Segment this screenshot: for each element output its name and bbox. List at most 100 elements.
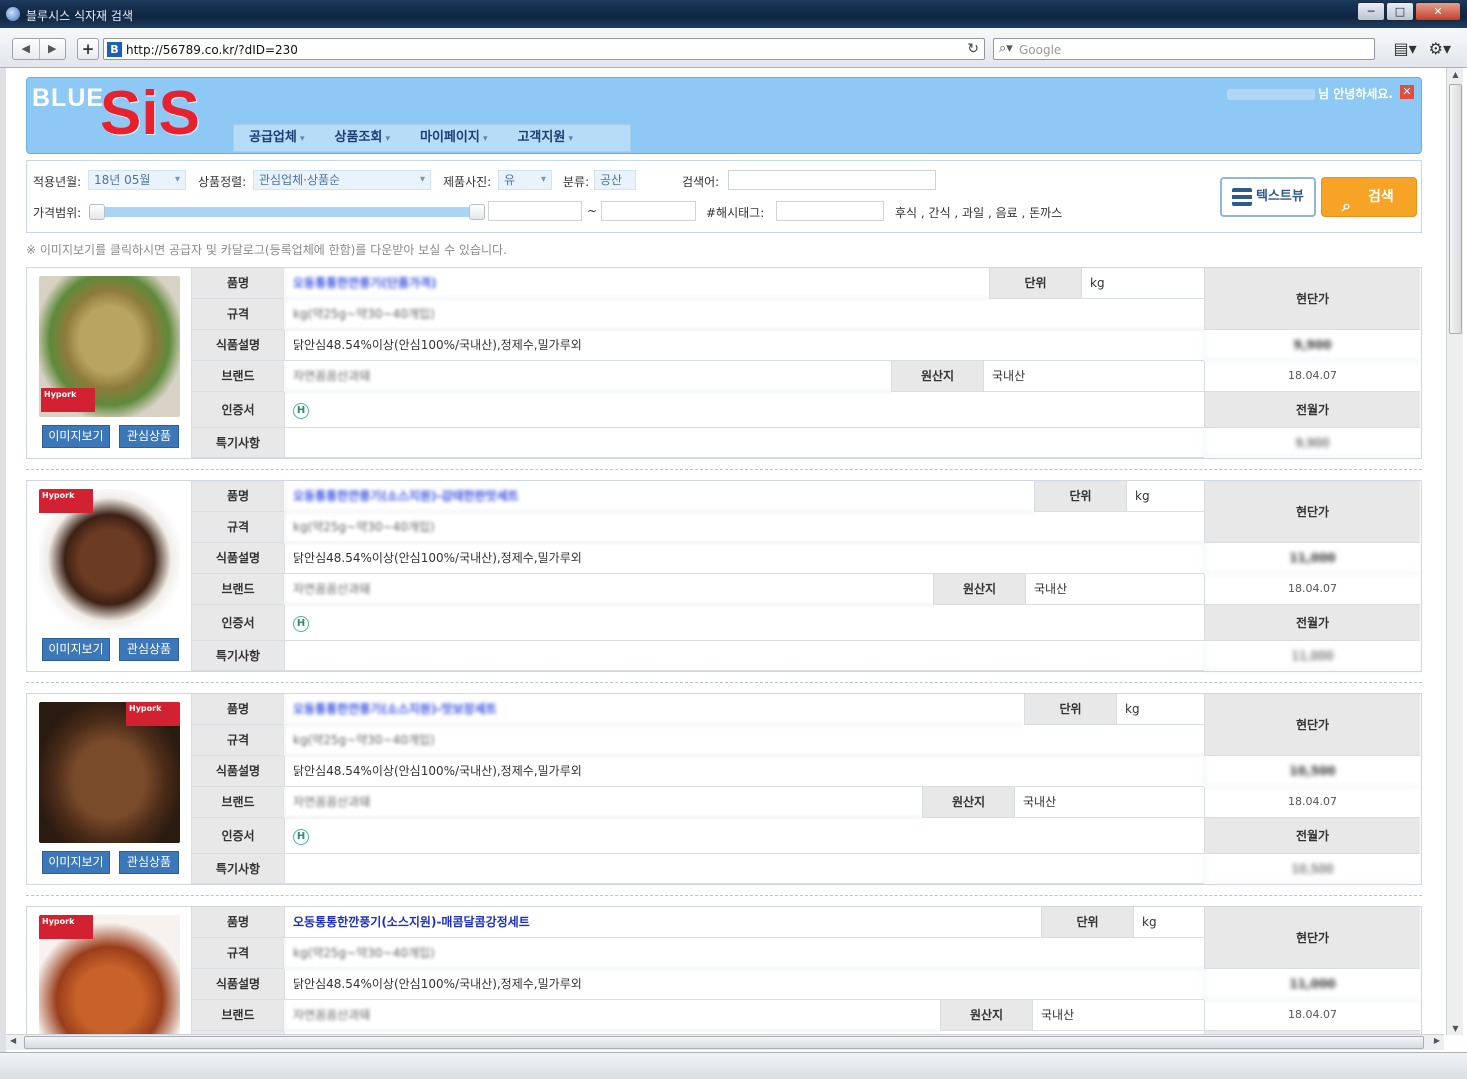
search-button[interactable]: ⌕ 검색 bbox=[1321, 177, 1417, 217]
current-price-label: 현단가 bbox=[1204, 481, 1420, 543]
remarks-label: 특기사항 bbox=[191, 641, 284, 671]
horizontal-scrollbar[interactable]: ◀ ▶ bbox=[6, 1034, 1444, 1050]
remarks-value bbox=[284, 428, 1204, 458]
category-select[interactable]: 공산 bbox=[594, 170, 636, 190]
image-view-button[interactable]: 이미지보기 bbox=[42, 638, 110, 661]
horizontal-scroll-thumb[interactable] bbox=[24, 1036, 1424, 1049]
haccp-cert-icon[interactable]: H bbox=[293, 402, 309, 419]
back-button[interactable]: ◀ bbox=[13, 39, 39, 59]
nav-support[interactable]: 고객지원 bbox=[502, 125, 588, 151]
gear-icon[interactable]: ⚙▾ bbox=[1429, 39, 1451, 58]
description-label: 식품설명 bbox=[191, 969, 284, 1000]
price-separator: ~ bbox=[587, 204, 598, 218]
product-photo[interactable]: Hypork bbox=[39, 276, 180, 417]
origin-label: 원산지 bbox=[922, 787, 1014, 818]
address-bar[interactable]: B http://56789.co.kr/?dID=230 ↻ bbox=[103, 38, 985, 60]
scroll-up-icon[interactable]: ▲ bbox=[1447, 70, 1464, 79]
unit-value: kg bbox=[1116, 694, 1204, 725]
toolbar-right-tools: ▤▾ ⚙▾ bbox=[1393, 39, 1451, 58]
list-icon bbox=[1232, 188, 1252, 206]
haccp-cert-icon[interactable]: H bbox=[293, 828, 309, 845]
hashtag-suggestions[interactable]: 후식 , 간식 , 과일 , 음료 , 돈까스 bbox=[895, 204, 1062, 221]
price-min-handle[interactable] bbox=[89, 204, 105, 220]
window-controls: ─ □ ✕ bbox=[1356, 2, 1461, 21]
keyword-input[interactable] bbox=[728, 170, 936, 190]
close-button[interactable]: ✕ bbox=[1415, 2, 1461, 21]
product-card: Hypork 이미지보기 관심상품 품명 오동통통한깐풍기(소스지원)-맛보장세… bbox=[26, 693, 1422, 885]
price-max-input[interactable] bbox=[601, 201, 696, 221]
browser-toolbar: ◀ ▶ + B http://56789.co.kr/?dID=230 ↻ ⌕▾… bbox=[0, 28, 1467, 68]
current-price-label: 현단가 bbox=[1204, 907, 1420, 969]
remarks-value bbox=[284, 641, 1204, 671]
year-month-label: 적용년월: bbox=[33, 175, 82, 189]
price-date: 18.04.07 bbox=[1204, 361, 1420, 392]
keyword-label: 검색어: bbox=[682, 175, 720, 189]
product-name-link[interactable]: 오동통통한깐풍기(단품가격) bbox=[284, 268, 989, 299]
prev-month-price-label: 전월가 bbox=[1204, 392, 1420, 428]
origin-value: 국내산 bbox=[1014, 787, 1204, 818]
favorite-button[interactable]: 관심상품 bbox=[119, 851, 179, 874]
product-name-link[interactable]: 오동통통한깐풍기(소스지원)-맛보장세트 bbox=[284, 694, 1024, 725]
image-view-button[interactable]: 이미지보기 bbox=[42, 425, 110, 448]
user-name-redacted bbox=[1227, 89, 1316, 100]
cert-label: 인증서 bbox=[191, 605, 284, 641]
minimize-button[interactable]: ─ bbox=[1357, 2, 1385, 21]
hashtag-input[interactable] bbox=[776, 201, 884, 221]
unit-label: 단위 bbox=[989, 268, 1081, 299]
product-info-grid: 품명 오동통통한깐풍기(소스지원)-매콤달콤강정세트 단위 kg 규격 kg(약… bbox=[191, 907, 1421, 1034]
year-month-select[interactable]: 18년 05월 bbox=[88, 170, 186, 190]
current-price-value: 11,000 bbox=[1204, 543, 1420, 574]
unit-label: 단위 bbox=[1041, 907, 1133, 938]
browser-search-input[interactable]: ⌕▾ Google bbox=[993, 38, 1375, 60]
address-url[interactable]: http://56789.co.kr/?dID=230 bbox=[126, 43, 298, 57]
logo-sis-text[interactable]: SiS bbox=[100, 83, 200, 145]
browser-icon bbox=[6, 7, 20, 21]
product-card: Hypork 이미지보기 관심상품 품명 오동통통한깐풍기(소스지원)-감태한판… bbox=[26, 480, 1422, 672]
unit-value: kg bbox=[1133, 907, 1204, 938]
haccp-cert-icon[interactable]: H bbox=[293, 615, 309, 632]
price-range-slider[interactable] bbox=[97, 207, 477, 217]
current-price-value: 10,500 bbox=[1204, 756, 1420, 787]
web-page: BLUE SiS 공급업체 상품조회 마이페이지 고객지원 님 안녕하세요. ✕… bbox=[6, 68, 1446, 1034]
product-photo[interactable]: Hypork bbox=[39, 915, 180, 1034]
sort-select[interactable]: 관심업체·상품순 bbox=[253, 170, 431, 190]
image-view-button[interactable]: 이미지보기 bbox=[42, 851, 110, 874]
scroll-right-icon[interactable]: ▶ bbox=[1434, 1036, 1440, 1045]
favorite-button[interactable]: 관심상품 bbox=[119, 425, 179, 448]
vertical-scroll-thumb[interactable] bbox=[1449, 84, 1462, 334]
price-max-handle[interactable] bbox=[469, 204, 485, 220]
new-tab-button[interactable]: + bbox=[77, 38, 99, 60]
product-name-link[interactable]: 오동통통한깐풍기(소스지원)-매콤달콤강정세트 bbox=[284, 907, 1041, 938]
nav-products[interactable]: 상품조회 bbox=[320, 125, 406, 151]
remarks-value bbox=[284, 854, 1204, 884]
nav-mypage[interactable]: 마이페이지 bbox=[405, 125, 502, 151]
photo-select[interactable]: 유 bbox=[498, 170, 552, 190]
favorite-button[interactable]: 관심상품 bbox=[119, 638, 179, 661]
brand-value: 자연꼼꼼산과돼 bbox=[284, 1000, 940, 1031]
text-view-button[interactable]: 텍스트뷰 bbox=[1220, 177, 1316, 217]
price-min-input[interactable] bbox=[488, 201, 582, 221]
image-view-notice: ※ 이미지보기를 클릭하시면 공급자 및 카달로그(등록업체에 한함)를 다운받… bbox=[26, 243, 507, 257]
maximize-button[interactable]: □ bbox=[1386, 2, 1414, 21]
product-photo[interactable]: Hypork bbox=[39, 489, 180, 630]
brand-tag-logo: Hypork bbox=[41, 388, 95, 412]
spec-label: 규격 bbox=[191, 938, 284, 969]
origin-label: 원산지 bbox=[940, 1000, 1032, 1031]
forward-button[interactable]: ▶ bbox=[38, 39, 66, 59]
site-favicon: B bbox=[107, 42, 122, 57]
current-price-value: 11,000 bbox=[1204, 969, 1420, 1000]
page-menu-icon[interactable]: ▤▾ bbox=[1393, 39, 1416, 58]
logout-icon[interactable]: ✕ bbox=[1400, 85, 1414, 99]
user-greeting: 님 안녕하세요. bbox=[1227, 85, 1393, 102]
name-label: 품명 bbox=[191, 268, 284, 299]
scroll-down-icon[interactable]: ▼ bbox=[1447, 1024, 1464, 1033]
cert-label: 인증서 bbox=[191, 818, 284, 854]
product-name-link[interactable]: 오동통통한깐풍기(소스지원)-감태한판맛세트 bbox=[284, 481, 1034, 512]
nav-suppliers[interactable]: 공급업체 bbox=[234, 125, 320, 151]
product-photo[interactable]: Hypork bbox=[39, 702, 180, 843]
remarks-label: 특기사항 bbox=[191, 854, 284, 884]
reload-icon[interactable]: ↻ bbox=[967, 41, 979, 57]
spec-label: 규격 bbox=[191, 299, 284, 330]
vertical-scrollbar[interactable]: ▲ ▼ bbox=[1446, 68, 1463, 1035]
scroll-left-icon[interactable]: ◀ bbox=[10, 1036, 16, 1045]
